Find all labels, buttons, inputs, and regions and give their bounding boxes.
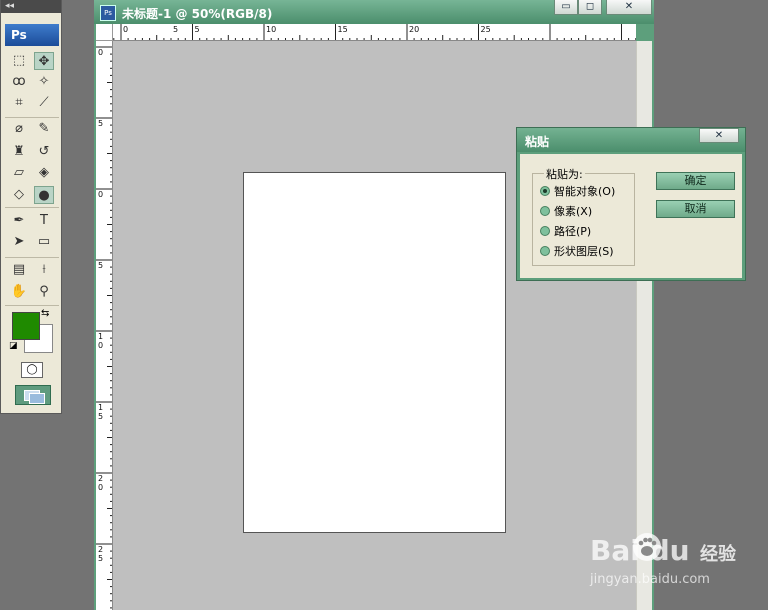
paint-bucket-tool[interactable]: ◈ <box>34 164 54 182</box>
notes-tool[interactable]: ▤ <box>9 261 29 279</box>
paste-dialog-close-button[interactable]: ✕ <box>699 128 739 143</box>
paste-dialog: 粘贴 ✕ 粘贴为: 智能对象(O) 像素(X) 路径(P) 形状图层(S) 确定… <box>516 127 746 281</box>
cancel-button[interactable]: 取消 <box>656 200 735 218</box>
radio-path[interactable]: 路径(P) <box>540 224 591 240</box>
eyedropper-tool[interactable]: ⟊ <box>34 261 54 279</box>
ruler-label: 0 <box>98 190 104 199</box>
crop-tool[interactable]: ⌗ <box>9 94 29 112</box>
radio-icon <box>540 246 550 256</box>
tools-divider <box>5 207 59 208</box>
ruler-label: 2 5 <box>98 545 104 563</box>
brush-tool[interactable]: ✎ <box>34 120 54 138</box>
photoshop-doc-icon: Ps <box>100 5 116 21</box>
radio-icon <box>540 206 550 216</box>
radio-icon <box>540 226 550 236</box>
radio-label: 形状图层(S) <box>554 245 614 258</box>
hand-tool[interactable]: ✋ <box>9 283 29 301</box>
radio-selected-icon <box>540 186 550 196</box>
default-colors-icon[interactable]: ◪ <box>9 341 19 351</box>
eraser-tool[interactable]: ▱ <box>9 164 29 182</box>
photoshop-logo[interactable]: Ps <box>5 24 59 46</box>
move-tool[interactable]: ✥ <box>34 52 54 70</box>
close-button[interactable]: ✕ <box>606 0 652 15</box>
path-selection-tool[interactable]: ➤ <box>9 233 29 251</box>
paste-as-label: 粘贴为: <box>544 166 585 182</box>
lasso-tool[interactable]: ꝏ <box>9 73 29 91</box>
vertical-ruler[interactable]: 05051 01 52 02 53 <box>96 41 113 610</box>
tools-panel: ◂◂ Ps ⬚ ✥ ꝏ ✧ ⌗ ⟋ ⌀ ✎ ♜ ↺ ▱ ◈ ◇ ● ✒ T ➤ ▭ ▤ ⟊ ✋ ⚲ ⇆ ◪ ◯ <box>0 0 62 414</box>
dodge-tool[interactable]: ● <box>34 186 54 204</box>
screen-mode-button[interactable] <box>15 385 51 405</box>
ruler-label: 20 <box>409 25 420 34</box>
radio-label: 路径(P) <box>554 225 592 238</box>
baidu-watermark: Bai du 经验 jingyan.baidu.com <box>590 528 768 598</box>
radio-label: 智能对象(O) <box>554 185 616 198</box>
zoom-tool[interactable]: ⚲ <box>34 283 54 301</box>
document-titlebar[interactable]: Ps 未标题-1 @ 50%(RGB/8) ▭ ◻ ✕ <box>94 0 654 24</box>
baidu-paw-icon <box>633 533 661 561</box>
history-brush-tool[interactable]: ↺ <box>34 143 54 161</box>
ruler-label: 0 <box>123 25 129 34</box>
horizontal-ruler[interactable]: 5 0 5 10 15 20 25 <box>113 24 636 41</box>
pen-tool[interactable]: ✒ <box>9 212 29 230</box>
ruler-label: 0 <box>98 48 104 57</box>
clone-stamp-tool[interactable]: ♜ <box>9 143 29 161</box>
radio-label: 像素(X) <box>554 205 593 218</box>
ruler-label: 2 0 <box>98 474 104 492</box>
rectangle-tool[interactable]: ▭ <box>34 233 54 251</box>
swap-colors-icon[interactable]: ⇆ <box>41 308 49 319</box>
slice-tool[interactable]: ⟋ <box>34 94 54 112</box>
radio-shape-layer[interactable]: 形状图层(S) <box>540 244 614 260</box>
watermark-product: 经验 <box>700 544 736 565</box>
ruler-label: 5 <box>194 25 200 34</box>
tools-divider <box>5 305 59 306</box>
blur-tool[interactable]: ◇ <box>9 186 29 204</box>
tools-panel-grip[interactable]: ◂◂ <box>1 0 61 13</box>
tools-divider <box>5 117 59 118</box>
watermark-url: jingyan.baidu.com <box>590 572 710 587</box>
ruler-label: 1 0 <box>98 332 104 350</box>
type-tool[interactable]: T <box>34 212 54 230</box>
ruler-label: 5 <box>173 25 179 34</box>
ruler-label: 10 <box>266 25 277 34</box>
ruler-label: 1 5 <box>98 403 104 421</box>
paste-dialog-title: 粘贴 <box>525 135 550 149</box>
ruler-label: 5 <box>98 119 104 128</box>
ruler-label: 5 <box>98 261 104 270</box>
foreground-color-swatch[interactable] <box>12 312 40 340</box>
ok-button[interactable]: 确定 <box>656 172 735 190</box>
radio-smart-object[interactable]: 智能对象(O) <box>540 184 615 200</box>
document-title: 未标题-1 @ 50%(RGB/8) <box>122 7 273 21</box>
document-canvas[interactable] <box>243 172 506 533</box>
marquee-tool[interactable]: ⬚ <box>9 52 29 70</box>
ruler-label: 25 <box>480 25 491 34</box>
radio-pixels[interactable]: 像素(X) <box>540 204 592 220</box>
healing-brush-tool[interactable]: ⌀ <box>9 120 29 138</box>
paste-dialog-body: 粘贴为: 智能对象(O) 像素(X) 路径(P) 形状图层(S) 确定 取消 <box>520 154 742 278</box>
ruler-origin[interactable] <box>96 24 113 41</box>
minimize-button[interactable]: ▭ <box>554 0 578 15</box>
quick-mask-button[interactable]: ◯ <box>21 362 43 378</box>
ruler-label: 15 <box>337 25 348 34</box>
paste-dialog-titlebar[interactable]: 粘贴 ✕ <box>517 128 745 152</box>
maximize-button[interactable]: ◻ <box>578 0 602 15</box>
tools-divider <box>5 257 59 258</box>
magic-wand-tool[interactable]: ✧ <box>34 73 54 91</box>
